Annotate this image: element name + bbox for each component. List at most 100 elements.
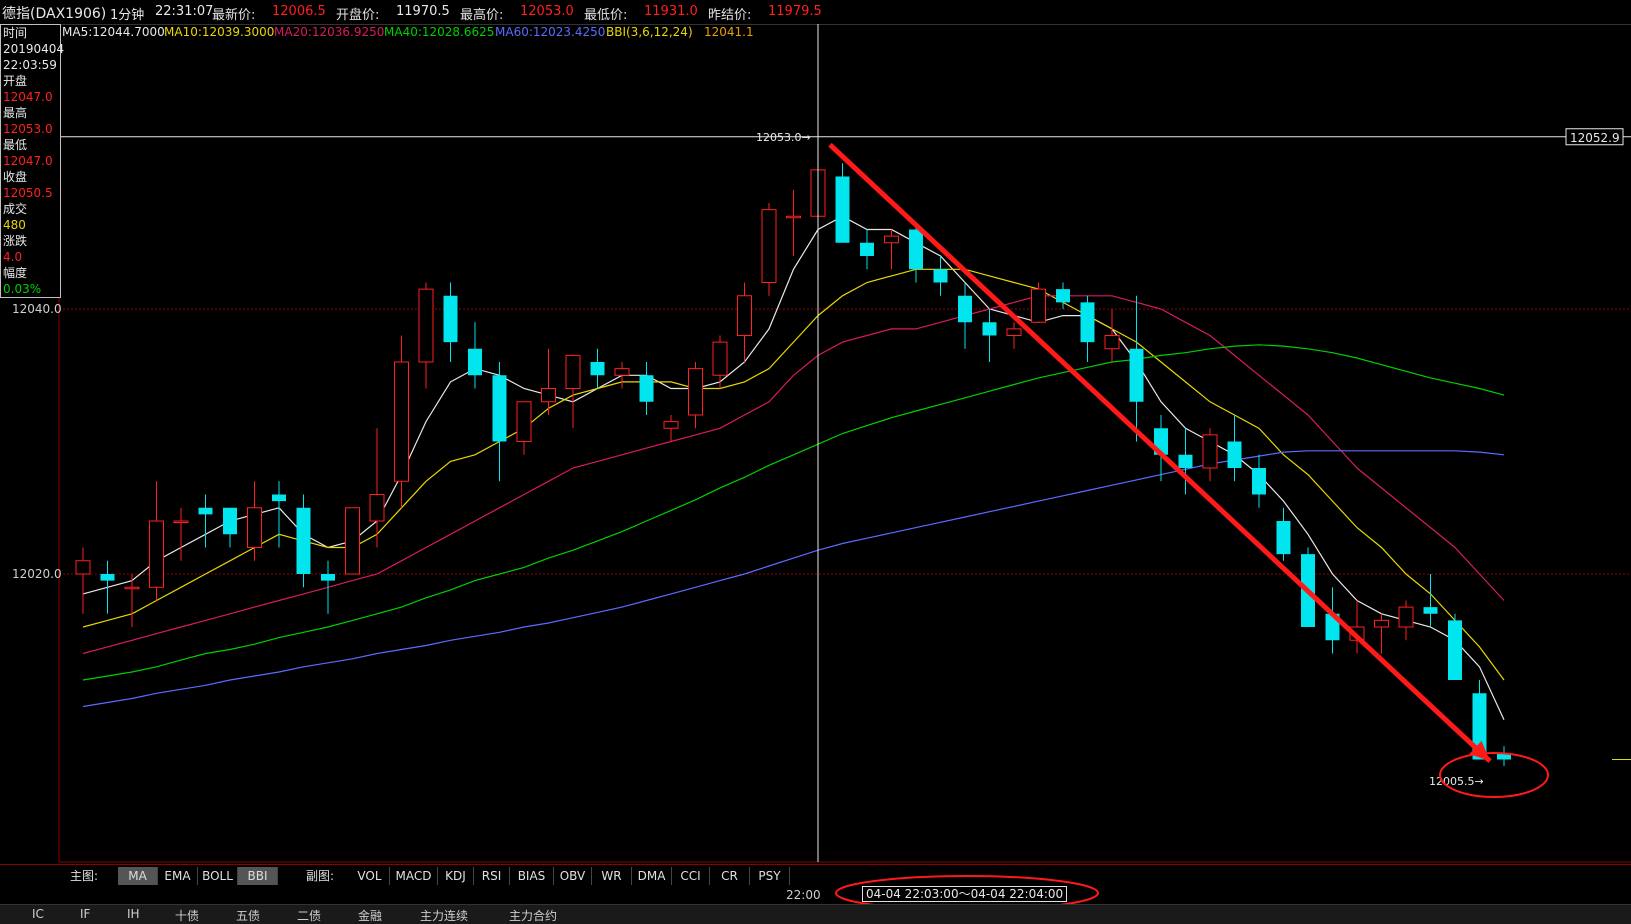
candle[interactable] <box>835 163 850 243</box>
candle[interactable] <box>1276 507 1291 561</box>
tab-sub-cr[interactable]: CR <box>710 867 750 885</box>
candle[interactable] <box>1104 309 1120 362</box>
candle-body <box>933 269 948 283</box>
candle[interactable] <box>1423 574 1438 627</box>
candle[interactable] <box>663 415 679 442</box>
candle[interactable] <box>590 348 605 389</box>
candle[interactable] <box>958 282 972 349</box>
latest-price-label: 最新价: <box>212 8 256 23</box>
tab-sub-psy[interactable]: PSY <box>750 867 790 885</box>
contract-tab[interactable]: 主力合约 <box>509 907 557 924</box>
ma-line-ma5 <box>82 215 1505 721</box>
contract-tab[interactable]: 金融 <box>358 907 382 924</box>
info-low-label: 最低 <box>3 138 28 152</box>
info-date: 20190404 <box>3 42 65 56</box>
candle[interactable] <box>1252 454 1266 508</box>
candle[interactable] <box>468 322 482 389</box>
tab-sub-obv[interactable]: OBV <box>554 867 592 885</box>
tab-main-ema[interactable]: EMA <box>158 867 198 885</box>
candle[interactable] <box>75 547 91 614</box>
tab-sub-kdj[interactable]: KDJ <box>438 867 474 885</box>
contract-tab[interactable]: IC <box>32 907 44 921</box>
candle-body <box>1129 348 1144 402</box>
candle[interactable] <box>223 507 237 548</box>
candle[interactable] <box>761 203 777 296</box>
tab-sub-dma[interactable]: DMA <box>632 867 672 885</box>
tab-sub-macd[interactable]: MACD <box>390 867 438 885</box>
candle[interactable] <box>712 335 728 389</box>
contract-tab[interactable]: 十债 <box>175 907 199 924</box>
candle[interactable] <box>1202 428 1218 482</box>
info-time-label: 时间 <box>3 26 28 40</box>
tab-main-ma[interactable]: MA <box>118 867 158 885</box>
contract-tab[interactable]: 五债 <box>236 907 260 924</box>
candle[interactable] <box>149 481 164 601</box>
candle[interactable] <box>786 189 801 256</box>
candle[interactable] <box>173 507 189 561</box>
low-price: 11931.0 <box>644 4 698 19</box>
tab-sub-rsi[interactable]: RSI <box>474 867 510 885</box>
candle[interactable] <box>614 362 630 389</box>
candle[interactable] <box>1448 613 1462 680</box>
candle-body <box>982 322 997 336</box>
candle-body <box>100 574 115 581</box>
legend-item: MA40:12028.6625 <box>384 25 494 39</box>
info-volume: 480 <box>3 218 26 232</box>
candle[interactable] <box>321 560 335 614</box>
candle[interactable] <box>639 362 654 415</box>
candle-body <box>1276 521 1291 555</box>
candle[interactable] <box>565 354 581 429</box>
tab-main-boll[interactable]: BOLL <box>198 867 238 885</box>
contract-tabs: IC IF IH 十债 五债 二债 金融 主力连续 主力合约 <box>0 904 1631 924</box>
tab-sub-vol[interactable]: VOL <box>350 867 390 885</box>
candle[interactable] <box>1006 322 1022 349</box>
candle-body <box>541 388 556 403</box>
candle[interactable] <box>443 282 458 363</box>
candle[interactable] <box>737 282 752 363</box>
candle[interactable] <box>1374 613 1389 654</box>
candle-body <box>173 520 189 523</box>
candlestick-chart[interactable]: MA5:12044.7000 MA10:12039.3000 MA20:12036.… <box>0 24 1631 864</box>
candle[interactable] <box>296 494 311 588</box>
candle[interactable] <box>982 309 997 362</box>
candle[interactable] <box>1349 600 1365 654</box>
contract-tab[interactable]: IF <box>80 907 90 921</box>
candle[interactable] <box>884 229 899 270</box>
candle-body <box>590 362 605 376</box>
contract-tab[interactable]: 二债 <box>297 907 321 924</box>
candle[interactable] <box>198 494 213 548</box>
candle[interactable] <box>860 229 874 270</box>
period-label[interactable]: 1分钟 <box>110 4 144 23</box>
candle[interactable] <box>247 481 262 561</box>
info-amplitude-label: 幅度 <box>3 266 28 280</box>
candle-body <box>909 229 923 270</box>
candle[interactable] <box>492 362 507 482</box>
candle[interactable] <box>100 560 115 614</box>
candle[interactable] <box>1227 415 1242 482</box>
candle-body <box>272 494 286 502</box>
candle[interactable] <box>1497 746 1511 767</box>
candle[interactable] <box>345 507 360 575</box>
contract-tab[interactable]: 主力连续 <box>420 907 468 924</box>
tab-main-bbi[interactable]: BBI <box>238 867 278 885</box>
legend-item: 12041.1 <box>704 25 754 39</box>
tab-sub-bias[interactable]: BIAS <box>510 867 554 885</box>
tab-sub-wr[interactable]: WR <box>592 867 632 885</box>
candle[interactable] <box>1031 282 1046 323</box>
candle[interactable] <box>1129 295 1144 442</box>
candle[interactable] <box>688 362 703 429</box>
candle[interactable] <box>394 335 409 508</box>
candle[interactable] <box>1398 600 1414 641</box>
legend-item: MA5:12044.7000 <box>62 25 165 39</box>
info-change: 4.0 <box>3 250 23 264</box>
candle-body <box>884 235 899 244</box>
candle[interactable] <box>418 282 434 389</box>
ma-line-ma20 <box>82 295 1505 655</box>
info-change-label: 涨跌 <box>3 234 28 248</box>
candle[interactable] <box>1080 295 1095 362</box>
candle[interactable] <box>516 401 532 455</box>
info-amplitude: 0.03% <box>3 282 42 296</box>
contract-tab[interactable]: IH <box>127 907 140 921</box>
latest-price: 12006.5 <box>272 4 326 19</box>
tab-sub-cci[interactable]: CCI <box>672 867 710 885</box>
